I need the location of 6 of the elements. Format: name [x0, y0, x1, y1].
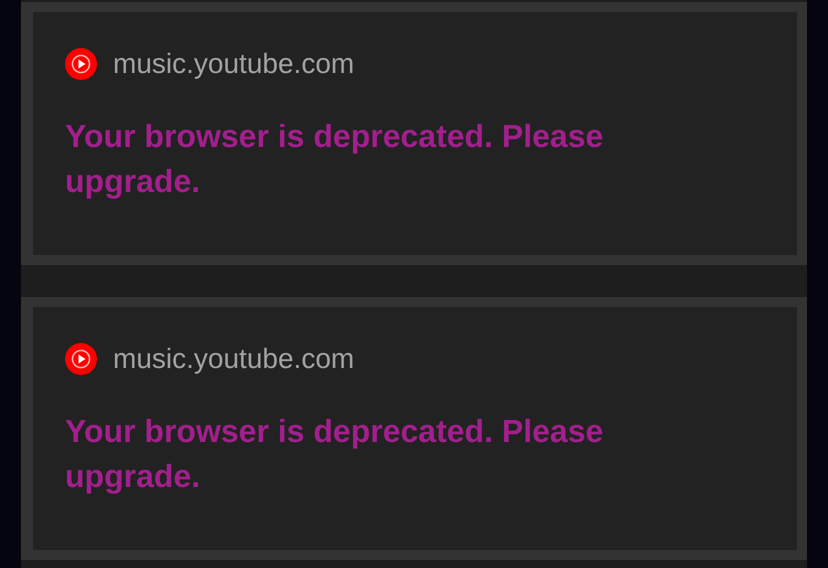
site-address: music.youtube.com	[113, 343, 354, 375]
notification-message: Your browser is deprecated. Please upgrade.	[65, 412, 604, 496]
play-logo-icon	[65, 48, 97, 80]
site-address: music.youtube.com	[113, 48, 354, 80]
play-logo-icon	[65, 343, 97, 375]
notification-message: Your browser is deprecated. Please upgrade.	[65, 117, 604, 201]
